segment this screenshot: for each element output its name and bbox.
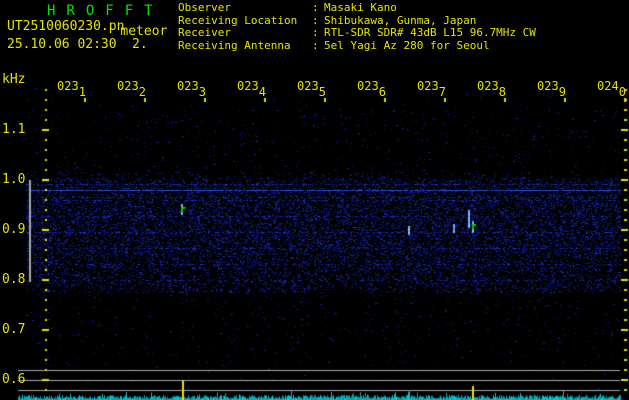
info-label: Receiver <box>178 27 312 40</box>
time-axis-label: 0234 <box>237 79 266 93</box>
freq-axis-label: 1.0 <box>2 172 25 187</box>
app-title: HROFFT <box>47 3 164 19</box>
hrofft-screen: HROFFT UT2510060230.pnmeteor 25.10.06 02… <box>0 0 629 400</box>
freq-axis-label: 0.8 <box>2 272 25 287</box>
info-separator: : <box>312 27 324 40</box>
info-separator: : <box>312 40 324 53</box>
info-value: Masaki Kano <box>324 1 397 14</box>
time-axis-label: 0235 <box>297 79 326 93</box>
spectrogram-canvas <box>0 0 629 400</box>
station-info: Observer:Masaki Kano Receiving Location:… <box>178 2 536 52</box>
time-axis-label: 0239 <box>537 79 566 93</box>
freq-axis-label: 0.9 <box>2 222 25 237</box>
filename-label: UT2510060230.pnmeteor <box>7 19 167 34</box>
time-axis-label: 0236 <box>357 79 386 93</box>
time-axis-label: 0237 <box>417 79 446 93</box>
time-axis-label: 0231 <box>57 79 86 93</box>
freq-axis-label: 0.7 <box>2 322 25 337</box>
info-value: Shibukawa, Gunma, Japan <box>324 14 476 27</box>
filename-text: UT2510060230.pn <box>7 19 124 34</box>
datetime-label: 25.10.06 02:30 <box>7 37 117 52</box>
meteor-count: 2. <box>132 37 148 52</box>
info-label: Observer <box>178 2 312 15</box>
time-axis-label: 0238 <box>477 79 506 93</box>
info-value: 5el Yagi Az 280 for Seoul <box>324 39 490 52</box>
time-axis-label: 0232 <box>117 79 146 93</box>
freq-axis-label: 1.1 <box>2 122 25 137</box>
info-value: RTL-SDR SDR# 43dB L15 96.7MHz CW <box>324 26 536 39</box>
freq-axis-label: 0.6 <box>2 372 25 387</box>
time-axis-label: 0233 <box>177 79 206 93</box>
info-separator: : <box>312 2 324 15</box>
time-axis-label: 0240 <box>597 79 626 93</box>
freq-axis-unit-label: kHz <box>2 72 25 87</box>
info-row-antenna: Receiving Antenna:5el Yagi Az 280 for Se… <box>178 40 536 53</box>
info-label: Receiving Antenna <box>178 40 312 53</box>
